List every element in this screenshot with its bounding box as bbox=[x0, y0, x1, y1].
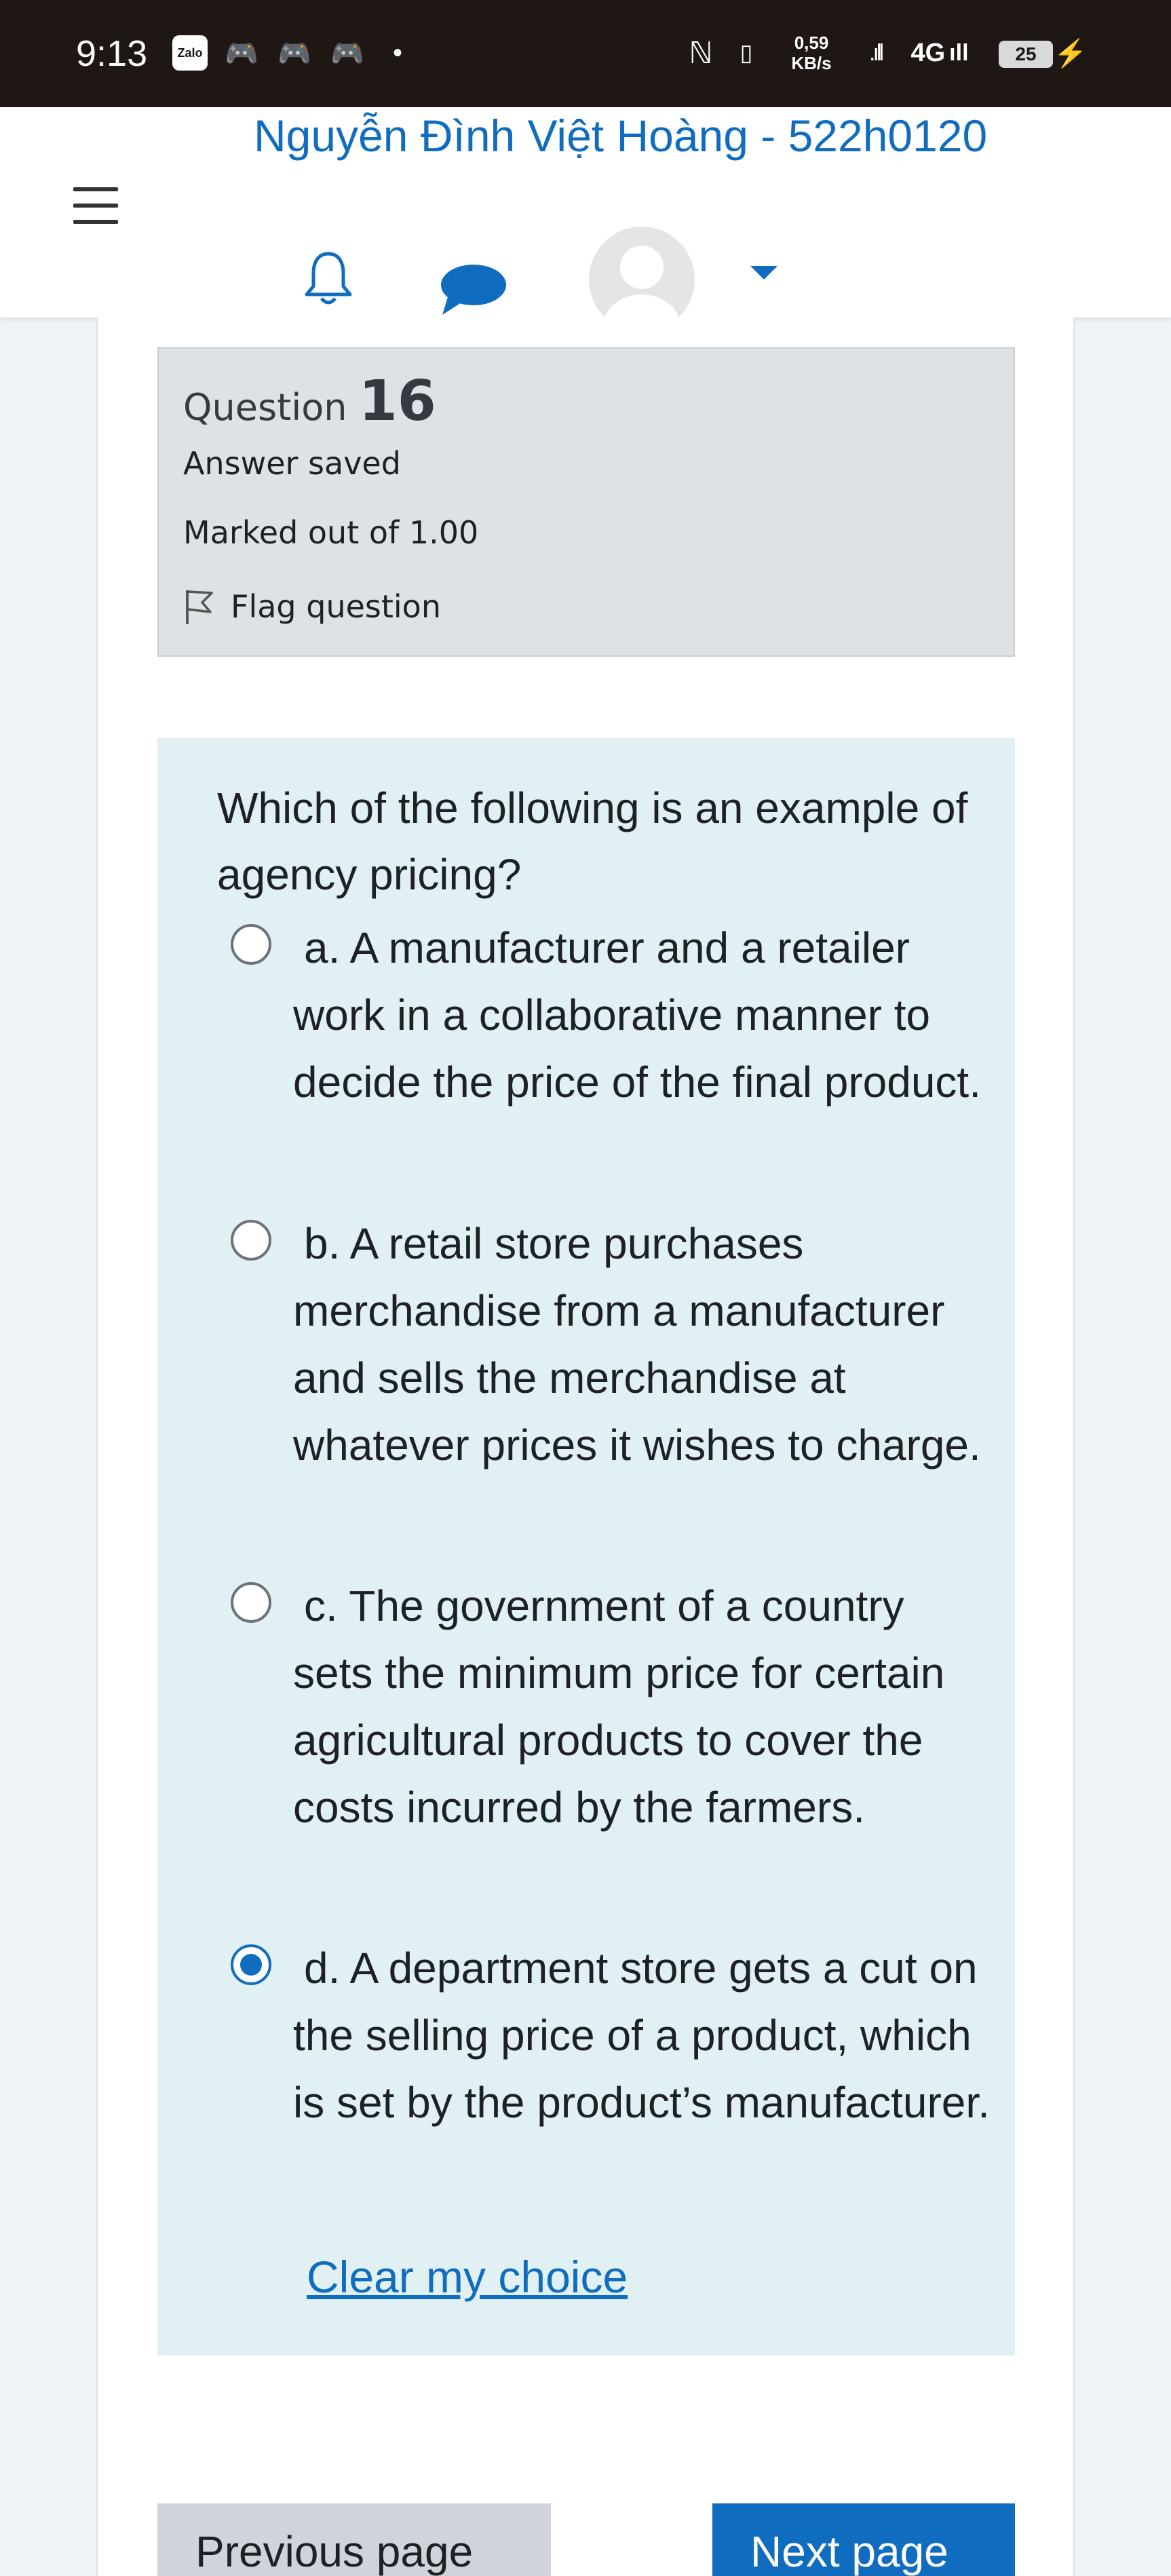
previous-page-button[interactable]: Previous page bbox=[157, 2503, 551, 2576]
battery-icon: 25 bbox=[999, 41, 1053, 68]
zalo-icon: Zalo bbox=[172, 35, 208, 71]
network-type-label: 4G bbox=[910, 38, 946, 67]
question-number-value: 16 bbox=[358, 369, 436, 434]
answer-label-b: b. A retail store purchases merchandise … bbox=[293, 1219, 981, 1469]
answer-label-a: a. A manufacturer and a retailer work in… bbox=[293, 923, 981, 1107]
messages-icon[interactable] bbox=[438, 262, 509, 316]
signal-4g-icon: ıll bbox=[949, 39, 969, 66]
charging-icon: ⚡ bbox=[1054, 38, 1088, 69]
question-info: Question 16 Answer saved Marked out of 1… bbox=[157, 347, 1015, 657]
answer-label-d: d. A department store gets a cut on the … bbox=[293, 1944, 990, 2127]
question-number: Question 16 bbox=[183, 369, 436, 434]
notification-bell-icon[interactable] bbox=[303, 250, 354, 308]
user-name: Nguyễn Đình Việt Hoàng - 522h0120 bbox=[254, 111, 988, 161]
question-content: Which of the following is an example of … bbox=[157, 738, 1015, 2356]
network-speed-unit: KB/s bbox=[791, 53, 832, 73]
vibrate-icon: ▯ bbox=[740, 40, 753, 66]
question-word: Question bbox=[183, 386, 347, 429]
flag-question-button[interactable]: Flag question bbox=[183, 588, 441, 626]
signal-icon: .ıll bbox=[869, 39, 884, 66]
status-time: 9:13 bbox=[76, 33, 148, 74]
network-speed: 0,59 KB/s bbox=[783, 30, 840, 76]
user-silhouette-icon bbox=[602, 246, 681, 332]
game-controller-icon: 🎮 bbox=[330, 38, 364, 69]
question-state: Answer saved bbox=[183, 445, 401, 482]
question-text: Which of the following is an example of … bbox=[217, 784, 968, 899]
site-header: Nguyễn Đình Việt Hoàng - 522h0120 bbox=[0, 107, 1171, 332]
menu-icon[interactable] bbox=[73, 187, 118, 224]
next-page-button[interactable]: Next page bbox=[712, 2503, 1015, 2576]
status-bar: 9:13 Zalo 🎮 🎮 🎮 • ℕ ▯ 0,59 KB/s .ıll 4G … bbox=[0, 0, 1171, 107]
game-controller-icon: 🎮 bbox=[225, 38, 258, 69]
game-controller-icon: 🎮 bbox=[277, 38, 311, 69]
flag-icon bbox=[186, 590, 213, 624]
answer-label-c: c. The government of a country sets the … bbox=[293, 1581, 945, 1832]
flag-question-label: Flag question bbox=[231, 588, 441, 625]
question-grade: Marked out of 1.00 bbox=[183, 514, 479, 551]
network-speed-value: 0,59 bbox=[794, 33, 829, 53]
chevron-down-icon[interactable] bbox=[750, 266, 778, 280]
clear-choice-link[interactable]: Clear my choice bbox=[307, 2251, 628, 2303]
network-type: 4G ıll bbox=[902, 35, 977, 71]
avatar[interactable] bbox=[589, 227, 695, 332]
nfc-icon: ℕ bbox=[689, 36, 713, 70]
notification-dot-icon: • bbox=[392, 37, 402, 68]
